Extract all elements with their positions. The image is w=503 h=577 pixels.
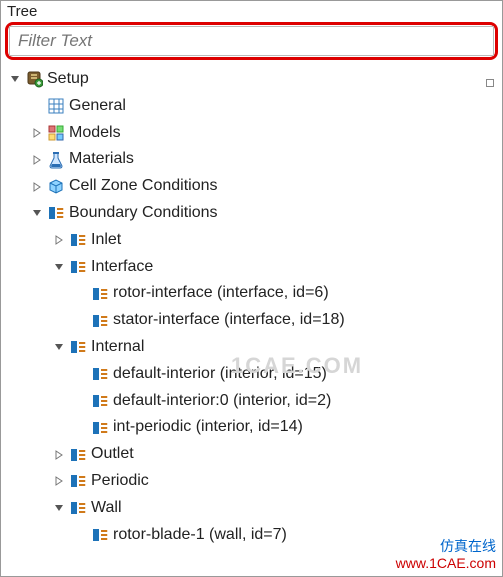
boundary-icon (91, 526, 109, 544)
node-label: Inlet (91, 228, 121, 253)
node-label: default-interior (interior, id=15) (113, 362, 327, 387)
minimap-toggle[interactable] (486, 79, 494, 87)
node-label: Periodic (91, 469, 149, 494)
leaf-default-interior-15[interactable]: default-interior (interior, id=15) (75, 361, 498, 388)
chevron-down-icon[interactable] (9, 73, 21, 85)
boundary-icon (69, 231, 87, 249)
node-label: Wall (91, 496, 122, 521)
chevron-right-icon[interactable] (53, 475, 65, 487)
panel-title: Tree (1, 1, 502, 20)
boundary-icon (91, 419, 109, 437)
node-general[interactable]: General (31, 93, 498, 120)
node-label: Setup (47, 67, 89, 92)
boundary-icon (69, 258, 87, 276)
cell-zone-icon (47, 178, 65, 196)
leaf-int-periodic[interactable]: int-periodic (interior, id=14) (75, 414, 498, 441)
leaf-rotor-interface[interactable]: rotor-interface (interface, id=6) (75, 280, 498, 307)
general-icon (47, 97, 65, 115)
node-label: Cell Zone Conditions (69, 174, 218, 199)
models-icon (47, 124, 65, 142)
boundary-icon (69, 472, 87, 490)
boundary-icon (91, 312, 109, 330)
filter-highlight (5, 22, 498, 60)
node-label: stator-interface (interface, id=18) (113, 308, 345, 333)
boundary-icon (69, 446, 87, 464)
node-label: Interface (91, 255, 153, 280)
node-boundary-conditions[interactable]: Boundary Conditions (31, 200, 498, 227)
node-setup[interactable]: Setup (9, 66, 498, 93)
node-label: Internal (91, 335, 144, 360)
node-label: General (69, 94, 126, 119)
footer-line-1: 仿真在线 (396, 538, 496, 555)
tree-view: Setup General (1, 64, 502, 577)
boundary-icon (47, 204, 65, 222)
node-label: rotor-interface (interface, id=6) (113, 281, 329, 306)
node-label: int-periodic (interior, id=14) (113, 415, 303, 440)
boundary-icon (91, 392, 109, 410)
node-label: rotor-blade-1 (wall, id=7) (113, 523, 287, 548)
chevron-right-icon[interactable] (31, 181, 43, 193)
chevron-down-icon[interactable] (31, 207, 43, 219)
chevron-down-icon[interactable] (53, 341, 65, 353)
node-label: Outlet (91, 442, 134, 467)
flask-icon (47, 151, 65, 169)
node-label: default-interior:0 (interior, id=2) (113, 389, 331, 414)
boundary-icon (69, 499, 87, 517)
filter-input[interactable] (9, 26, 494, 56)
chevron-down-icon[interactable] (53, 502, 65, 514)
node-cell-zone-conditions[interactable]: Cell Zone Conditions (31, 173, 498, 200)
node-label: Models (69, 121, 121, 146)
node-periodic[interactable]: Periodic (53, 468, 498, 495)
chevron-right-icon[interactable] (31, 127, 43, 139)
node-wall[interactable]: Wall (53, 495, 498, 522)
node-label: Boundary Conditions (69, 201, 218, 226)
setup-icon (25, 70, 43, 88)
boundary-icon (91, 285, 109, 303)
footer-line-2: www.1CAE.com (396, 555, 496, 572)
node-label: Materials (69, 147, 134, 172)
boundary-icon (69, 338, 87, 356)
node-materials[interactable]: Materials (31, 146, 498, 173)
node-inlet[interactable]: Inlet (53, 227, 498, 254)
chevron-right-icon[interactable] (31, 154, 43, 166)
boundary-icon (91, 365, 109, 383)
node-models[interactable]: Models (31, 120, 498, 147)
leaf-stator-interface[interactable]: stator-interface (interface, id=18) (75, 307, 498, 334)
node-interface[interactable]: Interface (53, 254, 498, 281)
chevron-right-icon[interactable] (53, 234, 65, 246)
node-outlet[interactable]: Outlet (53, 441, 498, 468)
footer-branding: 仿真在线 www.1CAE.com (396, 538, 496, 572)
chevron-right-icon[interactable] (53, 449, 65, 461)
chevron-down-icon[interactable] (53, 261, 65, 273)
node-internal[interactable]: Internal (53, 334, 498, 361)
leaf-default-interior-2[interactable]: default-interior:0 (interior, id=2) (75, 388, 498, 415)
